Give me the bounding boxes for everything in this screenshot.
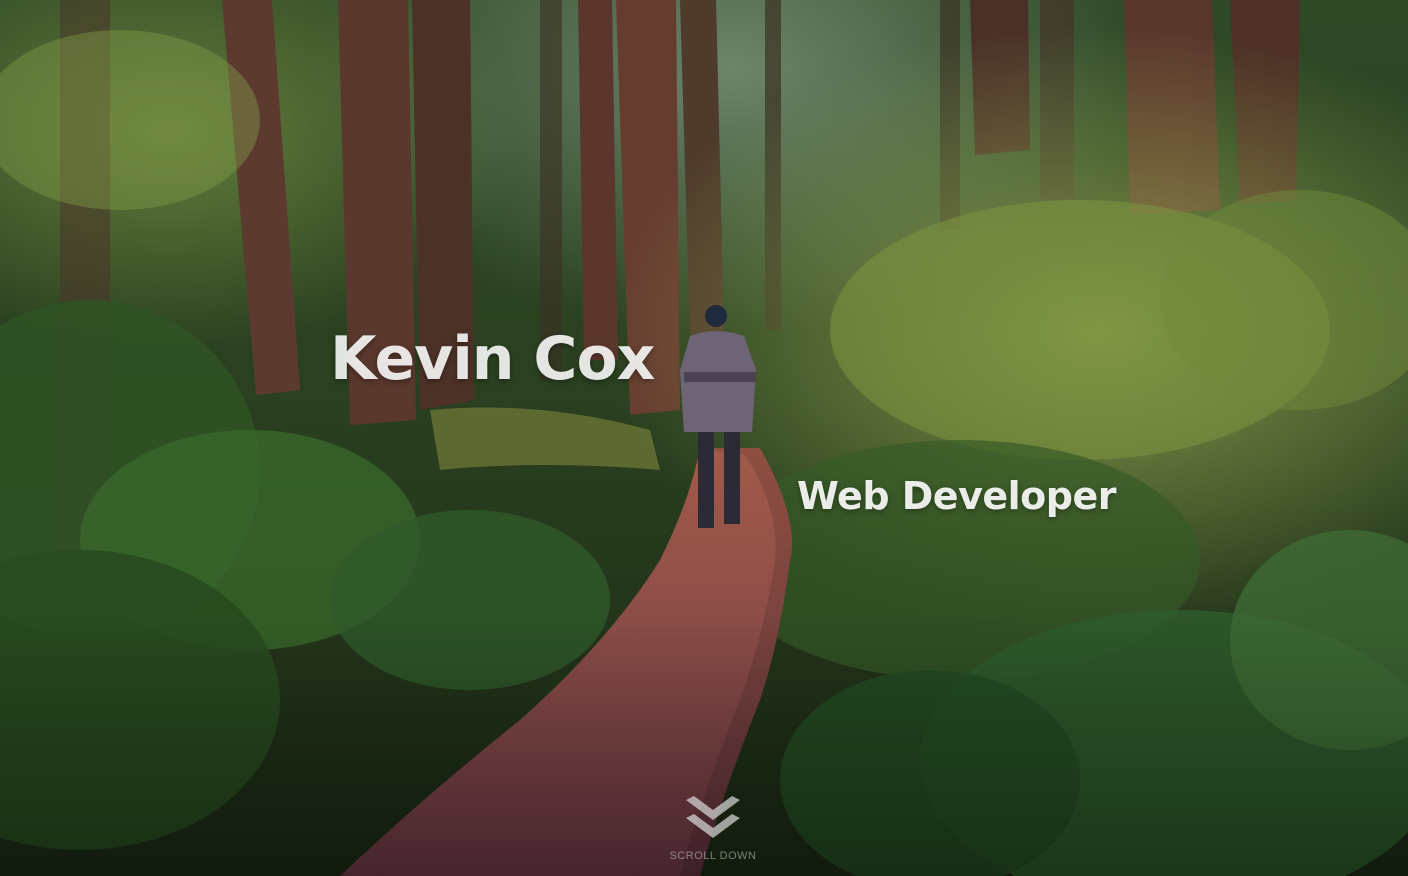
site-owner-name: Kevin Cox	[330, 324, 655, 394]
double-chevron-down-icon	[686, 796, 740, 838]
hero-section: Kevin Cox Web Developer SCROLL DOWN	[0, 0, 1408, 876]
scroll-down-label: SCROLL DOWN	[669, 850, 757, 862]
job-title: Web Developer	[797, 474, 1116, 518]
scroll-down-button[interactable]: SCROLL DOWN	[664, 796, 762, 872]
forest-background-image	[0, 0, 1408, 876]
